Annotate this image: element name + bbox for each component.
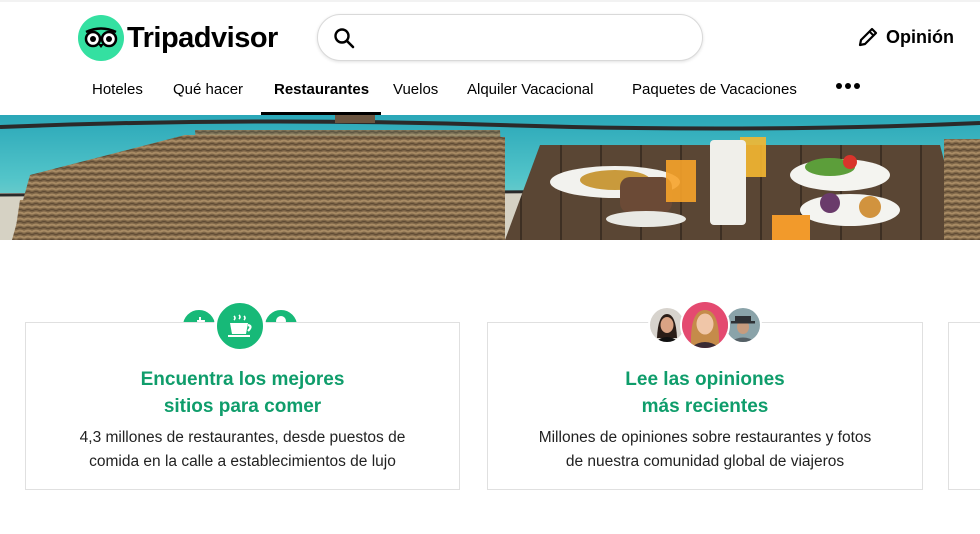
- avatar-blonde-woman-icon: [680, 300, 730, 350]
- search-input[interactable]: [366, 23, 686, 53]
- card2-avatars: [648, 300, 762, 350]
- owl-icon: [78, 15, 124, 61]
- card-description: Millones de opiniones sobre restaurantes…: [488, 426, 922, 474]
- card-title-line1: Lee las opiniones: [625, 369, 785, 390]
- coffee-cup-icon: [214, 300, 266, 352]
- nav-item-paquetes-de-vacaciones[interactable]: Paquetes de Vacaciones: [632, 81, 797, 98]
- main-nav: Hoteles Qué hacer Restaurantes Vuelos Al…: [0, 72, 980, 115]
- card-title-line2: más recientes: [641, 396, 769, 417]
- write-review-label: Opinión: [886, 26, 954, 47]
- card-description: 4,3 millones de restaurantes, desde pues…: [26, 426, 459, 474]
- pencil-icon: [858, 27, 878, 47]
- card-title: Encuentra los mejores sitios para comer: [26, 366, 459, 420]
- nav-item-vuelos[interactable]: Vuelos: [393, 81, 438, 98]
- card-desc-line1: Millones de opiniones sobre restaurantes…: [538, 429, 872, 446]
- nav-item-que-hacer[interactable]: Qué hacer: [173, 81, 243, 98]
- partial-card[interactable]: [948, 322, 980, 490]
- card-title-line1: Encuentra los mejores: [140, 369, 345, 390]
- hero-image: [0, 115, 980, 240]
- more-dots-icon[interactable]: [836, 83, 860, 89]
- card-title-line2: sitios para comer: [163, 396, 322, 417]
- card-desc-line2: de nuestra comunidad global de viajeros: [565, 453, 845, 470]
- nav-item-alquiler-vacacional[interactable]: Alquiler Vacacional: [467, 81, 593, 98]
- card-desc-line1: 4,3 millones de restaurantes, desde pues…: [79, 429, 406, 446]
- card-title: Lee las opiniones más recientes: [488, 366, 922, 420]
- write-review-button[interactable]: Opinión: [856, 25, 954, 49]
- search-icon: [334, 28, 355, 49]
- tripadvisor-logo[interactable]: Tripadvisor: [78, 15, 278, 61]
- card-desc-line2: comida en la calle a establecimientos de…: [89, 453, 396, 470]
- nav-item-restaurantes[interactable]: Restaurantes: [274, 81, 369, 98]
- site-header: Tripadvisor Opinión: [0, 0, 980, 72]
- search-bar[interactable]: [317, 14, 703, 61]
- logo-text: Tripadvisor: [127, 21, 278, 54]
- nav-item-hoteles[interactable]: Hoteles: [92, 81, 143, 98]
